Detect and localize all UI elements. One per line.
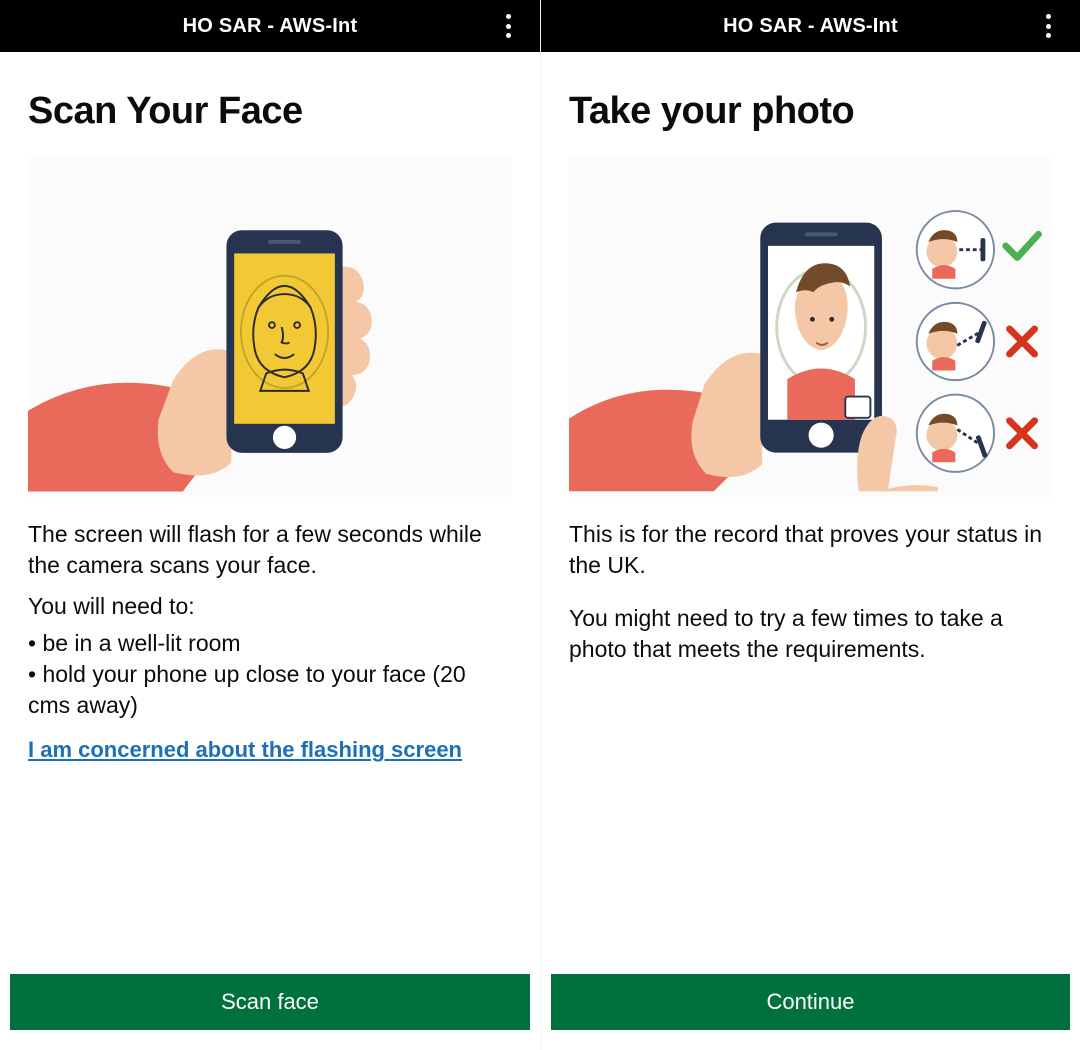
list-intro: You will need to:	[28, 591, 512, 622]
screen-take-photo: HO SAR - AWS-Int Take your photo	[540, 0, 1080, 1050]
list-item: hold your phone up close to your face (2…	[28, 659, 512, 721]
body-text: This is for the record that proves your …	[569, 519, 1052, 665]
flashing-concern-link[interactable]: I am concerned about the flashing screen	[28, 735, 462, 765]
app-title: HO SAR - AWS-Int	[183, 15, 358, 38]
scan-face-button[interactable]: Scan face	[10, 974, 530, 1030]
paragraph: The screen will flash for a few seconds …	[28, 519, 512, 581]
list-item: be in a well-lit room	[28, 628, 512, 659]
app-bar: HO SAR - AWS-Int	[541, 0, 1080, 52]
app-title: HO SAR - AWS-Int	[723, 15, 898, 38]
more-menu-icon[interactable]	[498, 10, 518, 42]
cross-icon	[1009, 329, 1034, 354]
screen-scan-face: HO SAR - AWS-Int Scan Your Face	[0, 0, 540, 1050]
illustration-scan-face	[28, 157, 512, 497]
cross-icon	[1009, 421, 1034, 446]
content-area: Take your photo	[541, 52, 1080, 1050]
paragraph: You might need to try a few times to tak…	[569, 603, 1052, 665]
app-bar: HO SAR - AWS-Int	[0, 0, 540, 52]
paragraph: This is for the record that proves your …	[569, 519, 1052, 581]
alignment-indicators	[917, 211, 1039, 472]
page-heading: Scan Your Face	[28, 90, 512, 133]
check-icon	[1006, 234, 1039, 257]
continue-button[interactable]: Continue	[551, 974, 1070, 1030]
page-heading: Take your photo	[569, 90, 1052, 133]
body-text: The screen will flash for a few seconds …	[28, 519, 512, 765]
content-area: Scan Your Face	[0, 52, 540, 1050]
more-menu-icon[interactable]	[1038, 10, 1058, 42]
illustration-take-photo	[569, 157, 1052, 497]
